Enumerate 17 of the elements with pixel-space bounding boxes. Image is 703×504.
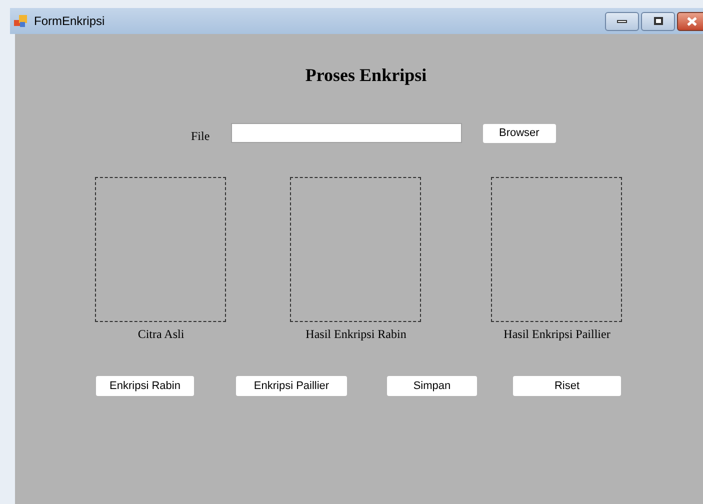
app-icon (14, 14, 28, 28)
image-caption: Hasil Enkripsi Paillier (504, 326, 610, 343)
image-caption: Hasil Enkripsi Rabin (306, 326, 406, 343)
window-title: FormEnkripsi (34, 13, 105, 30)
minimize-button[interactable] (605, 12, 639, 30)
file-label: File (191, 128, 210, 145)
action-button[interactable]: Simpan (387, 376, 477, 396)
action-button[interactable]: Riset (513, 376, 621, 396)
form-heading: Proses Enkripsi (305, 64, 427, 87)
file-path-field[interactable] (230, 123, 462, 143)
close-icon (687, 16, 697, 26)
close-button[interactable] (677, 12, 703, 30)
action-button[interactable]: Enkripsi Paillier (236, 376, 347, 396)
action-button[interactable]: Enkripsi Rabin (96, 376, 194, 396)
browse-button[interactable]: Browser (482, 124, 556, 142)
image-caption: Citra Asli (138, 326, 184, 343)
maximize-button[interactable] (641, 12, 675, 30)
